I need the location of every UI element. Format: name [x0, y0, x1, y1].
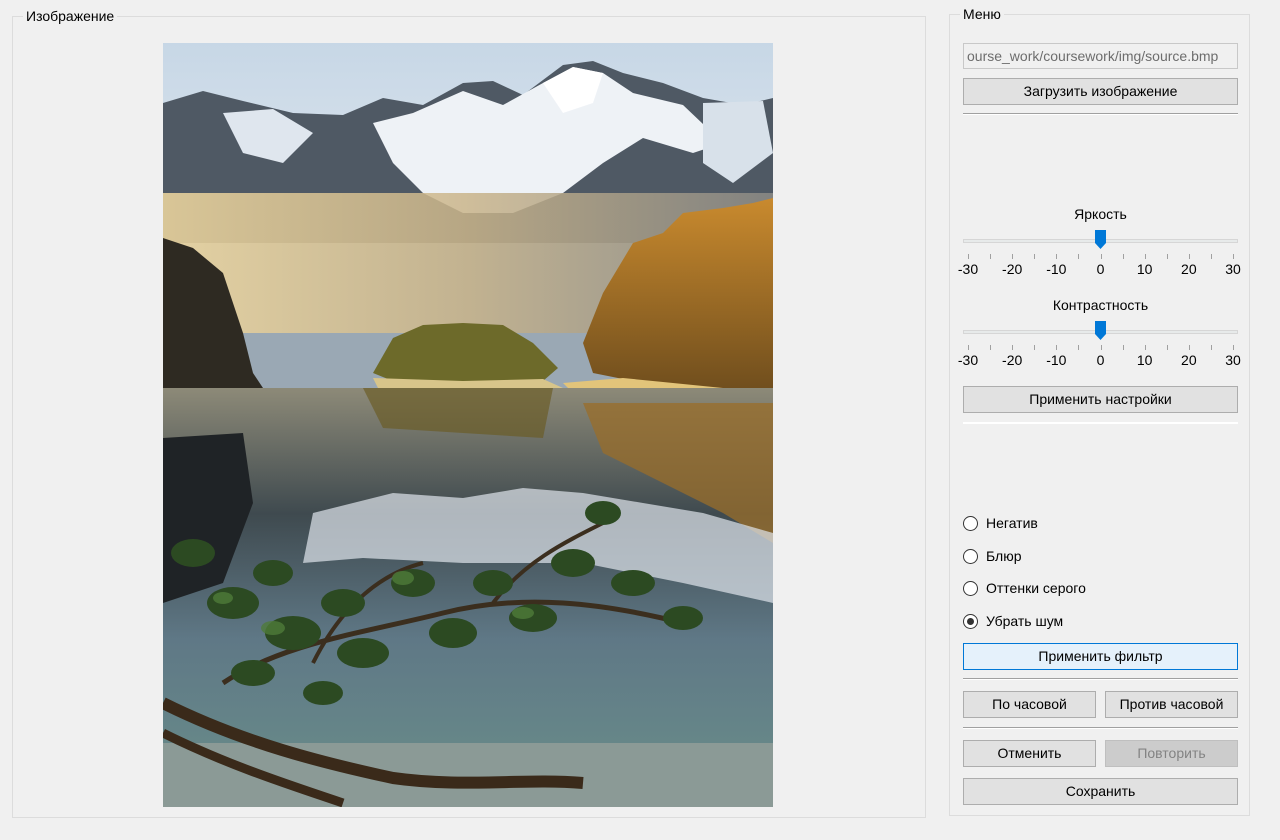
image-groupbox-title: Изображение — [23, 8, 118, 24]
brightness-slider-tick — [990, 254, 992, 259]
filter-option-grayscale[interactable]: Оттенки серого — [963, 578, 1086, 598]
filter-option-denoise[interactable]: Убрать шум — [963, 611, 1063, 631]
brightness-slider-tick — [1034, 254, 1036, 259]
contrast-slider-tick — [1100, 345, 1102, 350]
radio-button[interactable] — [963, 548, 978, 564]
contrast-slider[interactable]: -30 -20 -10 0 10 20 30 — [958, 321, 1241, 369]
brightness-slider-tick-label: -10 — [1046, 261, 1067, 277]
contrast-slider-tick — [1012, 345, 1014, 350]
menu-groupbox: Меню ourse_work/coursework/img/source.bm… — [949, 6, 1250, 816]
brightness-slider-tick — [1166, 254, 1168, 259]
contrast-slider-tick-label: -20 — [1002, 352, 1023, 368]
brightness-slider-tick-label: 0 — [1096, 261, 1105, 277]
menu-separator — [963, 678, 1238, 680]
undo-button[interactable]: Отменить — [963, 740, 1096, 767]
brightness-slider-tick — [1233, 254, 1234, 259]
brightness-slider-tick-label: 20 — [1181, 261, 1197, 277]
brightness-slider[interactable]: -30 -20 -10 0 10 20 30 — [958, 230, 1241, 278]
contrast-slider-tick-label: 20 — [1181, 352, 1197, 368]
save-button[interactable]: Сохранить — [963, 778, 1238, 805]
contrast-slider-tick — [1122, 345, 1124, 350]
contrast-slider-tick — [1034, 345, 1036, 350]
contrast-slider-tick — [1144, 345, 1146, 350]
brightness-slider-thumb[interactable] — [1095, 230, 1106, 249]
image-display — [163, 43, 773, 807]
brightness-slider-tick — [1056, 254, 1058, 259]
image-path-field[interactable]: ourse_work/coursework/img/source.bmp — [963, 43, 1238, 69]
radio-button[interactable] — [963, 613, 978, 629]
filter-option-label: Негатив — [986, 515, 1038, 531]
load-image-button[interactable]: Загрузить изображение — [963, 78, 1238, 105]
contrast-slider-tick-label: -30 — [957, 352, 979, 368]
contrast-label: Контрастность — [1052, 297, 1149, 313]
brightness-slider-tick — [1144, 254, 1146, 259]
contrast-slider-tick — [1210, 345, 1212, 350]
contrast-slider-tick-label: -10 — [1046, 352, 1067, 368]
contrast-slider-tick — [1166, 345, 1168, 350]
rotate-clockwise-button[interactable]: По часовой — [963, 691, 1096, 718]
radio-button[interactable] — [963, 580, 978, 596]
brightness-slider-tick — [1210, 254, 1212, 259]
filter-option-blur[interactable]: Блюр — [963, 546, 1022, 566]
filter-option-label: Блюр — [986, 548, 1022, 564]
brightness-slider-tick — [1012, 254, 1014, 259]
rotate-counterclockwise-button[interactable]: Против часовой — [1105, 691, 1238, 718]
apply-filter-button[interactable]: Применить фильтр — [963, 643, 1238, 670]
menu-separator — [963, 113, 1238, 115]
contrast-slider-tick — [1188, 345, 1190, 350]
contrast-slider-tick — [1233, 345, 1234, 350]
redo-button[interactable]: Повторить — [1105, 740, 1238, 767]
brightness-slider-tick — [1100, 254, 1102, 259]
brightness-slider-tick-label: -30 — [957, 261, 979, 277]
brightness-slider-tick — [968, 254, 969, 259]
radio-button[interactable] — [963, 515, 978, 531]
contrast-slider-thumb[interactable] — [1095, 321, 1106, 340]
contrast-slider-tick — [968, 345, 969, 350]
contrast-slider-tick-label: 30 — [1225, 352, 1241, 368]
brightness-slider-tick — [1078, 254, 1080, 259]
image-groupbox: Изображение — [12, 8, 926, 818]
brightness-slider-tick — [1122, 254, 1124, 259]
landscape-image — [163, 43, 773, 807]
filter-option-label: Убрать шум — [986, 613, 1064, 629]
brightness-slider-tick-label: 10 — [1136, 261, 1153, 277]
contrast-slider-tick-label: 0 — [1096, 352, 1105, 368]
menu-groupbox-title: Меню — [960, 6, 1004, 22]
brightness-slider-tick-label: -20 — [1002, 261, 1023, 277]
menu-separator — [963, 727, 1238, 729]
brightness-label: Яркость — [1074, 206, 1127, 222]
brightness-slider-tick — [1188, 254, 1190, 259]
contrast-slider-tick — [1056, 345, 1058, 350]
contrast-slider-tick-label: 10 — [1136, 352, 1153, 368]
filter-option-label: Оттенки серого — [986, 580, 1086, 596]
apply-settings-button[interactable]: Применить настройки — [963, 386, 1238, 413]
contrast-slider-tick — [990, 345, 992, 350]
contrast-slider-tick — [1078, 345, 1080, 350]
brightness-slider-tick-label: 30 — [1225, 261, 1241, 277]
filter-option-negative[interactable]: Негатив — [963, 513, 1038, 533]
menu-separator — [963, 422, 1238, 424]
